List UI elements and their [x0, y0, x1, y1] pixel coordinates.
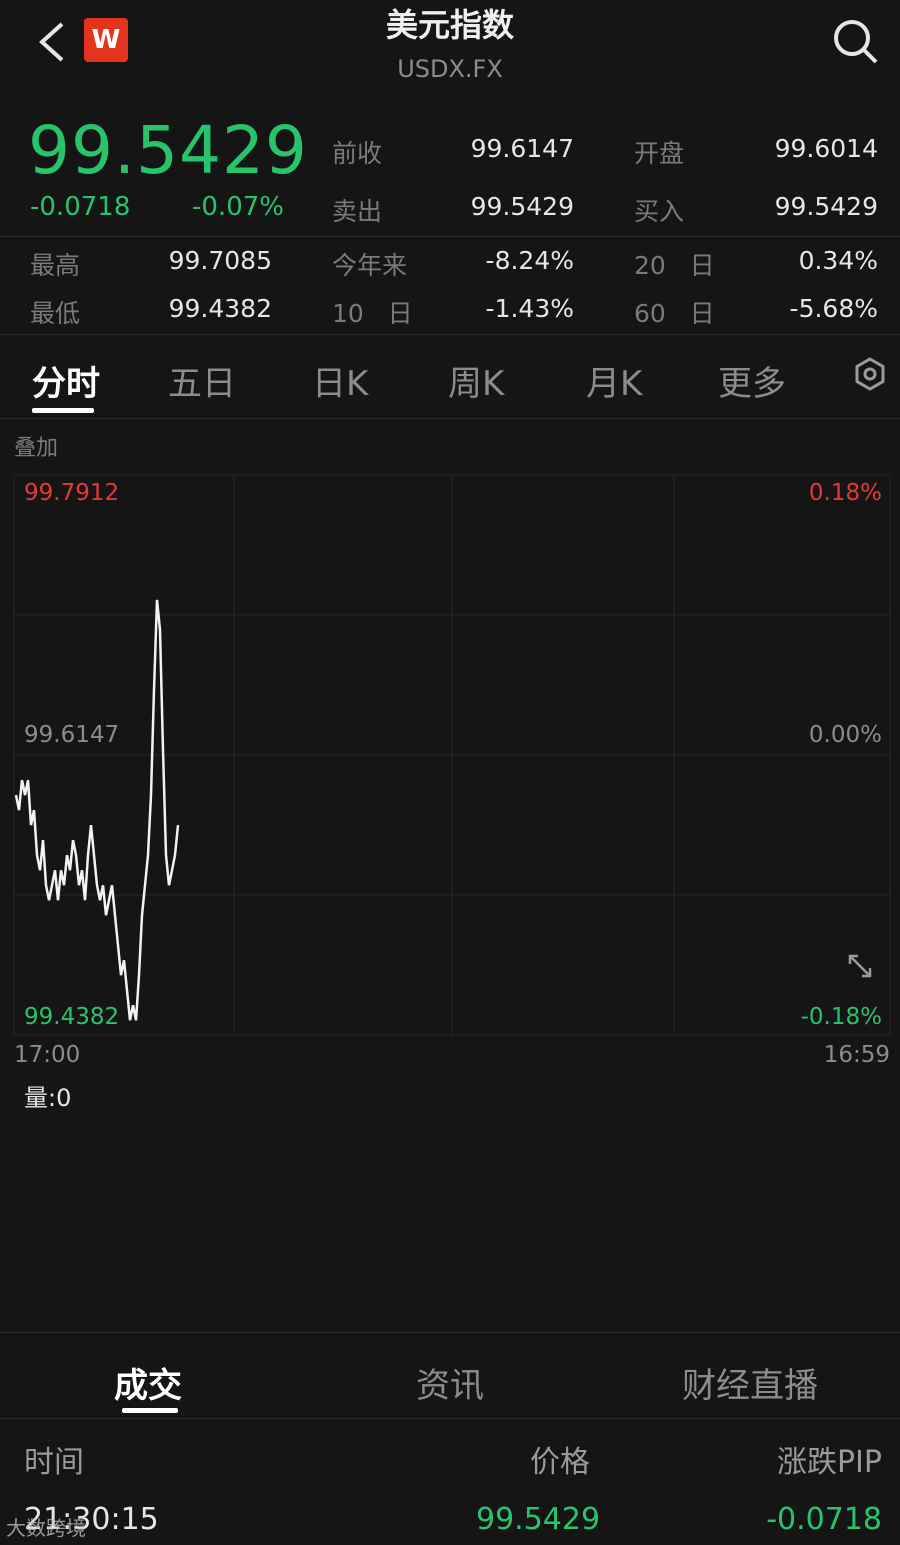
symbol-code: USDX.FX	[397, 55, 503, 83]
open-value: 99.6014	[774, 134, 878, 163]
volume-label: 量:0	[24, 1084, 72, 1112]
divider	[0, 334, 900, 335]
d10-unit: 日	[387, 299, 413, 328]
tab-five-day[interactable]: 五日	[168, 356, 236, 405]
divider	[0, 1418, 900, 1419]
high-value: 99.7085	[168, 246, 272, 275]
d20-number: 20	[634, 251, 666, 280]
settings-icon[interactable]	[852, 356, 888, 392]
search-icon[interactable]	[830, 16, 880, 66]
y-axis-max: 99.7912	[24, 480, 120, 506]
ask-label: 卖出	[332, 197, 383, 226]
d10-number: 10	[332, 299, 364, 328]
price-change-percent: -0.07%	[192, 192, 284, 222]
prev-close-value: 99.6147	[470, 134, 574, 163]
tab-more[interactable]: 更多	[718, 356, 786, 405]
low-value: 99.4382	[168, 294, 272, 323]
chart-grid	[13, 474, 891, 1036]
open-label: 开盘	[634, 139, 685, 168]
back-chevron-icon[interactable]	[34, 18, 74, 66]
y-axis-prev-close: 99.6147	[24, 722, 120, 748]
col-header-time: 时间	[24, 1445, 84, 1480]
price-series-line	[14, 599, 180, 1021]
x-axis-end: 16:59	[823, 1042, 890, 1068]
bid-value: 99.5429	[774, 192, 878, 221]
page-title: 美元指数	[385, 6, 514, 44]
watermark: 大数跨境	[6, 1516, 86, 1540]
d60-unit: 日	[689, 299, 715, 328]
d60-label: 60 日	[634, 294, 715, 330]
divider	[0, 236, 900, 237]
tab-daily-k[interactable]: 日K	[312, 356, 368, 405]
d20-label: 20 日	[634, 246, 715, 282]
tab-monthly-k[interactable]: 月K	[586, 356, 642, 405]
last-price: 99.5429	[28, 112, 308, 189]
trade-pip: -0.0718	[766, 1502, 882, 1537]
ytd-label: 今年来	[332, 251, 408, 280]
divider	[0, 1332, 900, 1333]
ytd-value: -8.24%	[485, 246, 574, 275]
trade-price: 99.5429	[476, 1502, 601, 1537]
divider	[0, 418, 900, 419]
d10-label: 10 日	[332, 294, 413, 330]
pct-axis-max: 0.18%	[808, 480, 882, 506]
pct-axis-zero: 0.00%	[808, 722, 882, 748]
pct-axis-min: -0.18%	[800, 1004, 882, 1030]
tab-weekly-k[interactable]: 周K	[448, 356, 504, 405]
tab-live[interactable]: 财经直播	[682, 1358, 818, 1407]
low-label: 最低	[30, 299, 81, 328]
x-axis-start: 17:00	[14, 1042, 81, 1068]
bid-label: 买入	[634, 197, 685, 226]
intraday-chart	[13, 474, 891, 1036]
prev-close-label: 前收	[332, 139, 383, 168]
y-axis-min: 99.4382	[24, 1004, 120, 1030]
tab-trades[interactable]: 成交	[114, 1358, 182, 1407]
col-header-pip: 涨跌PIP	[776, 1445, 882, 1480]
tab-intraday[interactable]: 分时	[32, 356, 100, 405]
active-tab-indicator	[32, 408, 94, 413]
expand-icon[interactable]	[846, 952, 874, 980]
price-change: -0.0718	[30, 192, 131, 222]
d20-value: 0.34%	[798, 246, 878, 275]
app-logo: W	[84, 18, 128, 62]
high-label: 最高	[30, 251, 81, 280]
d20-unit: 日	[689, 251, 715, 280]
active-bottom-tab-indicator	[122, 1408, 178, 1413]
col-header-price: 价格	[530, 1445, 590, 1480]
overlay-button[interactable]: 叠加	[14, 430, 58, 462]
d60-value: -5.68%	[789, 294, 878, 323]
tab-news[interactable]: 资讯	[416, 1358, 484, 1407]
d60-number: 60	[634, 299, 666, 328]
d10-value: -1.43%	[485, 294, 574, 323]
ask-value: 99.5429	[470, 192, 574, 221]
